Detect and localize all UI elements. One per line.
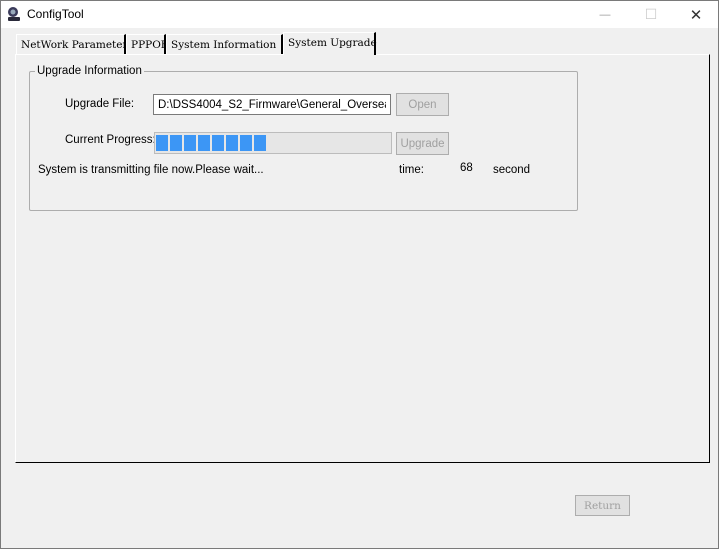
upgrade-button[interactable]: Upgrade [396,132,449,155]
group-title: Upgrade Information [35,65,144,77]
progress-segment [198,135,210,151]
close-icon: ✕ [689,6,703,24]
maximize-icon: ☐ [644,6,658,22]
tab-network-parameter[interactable]: NetWork Parameter [16,34,128,54]
tab-label: PPPOE [131,39,169,51]
config-tool-app-icon [8,7,20,21]
close-button[interactable]: ✕ [673,1,719,28]
time-label: time: [399,164,424,176]
open-button[interactable]: Open [396,93,449,116]
progress-segment [212,135,224,151]
title-bar: ConfigTool — ☐ ✕ [1,1,718,28]
tab-pppoe[interactable]: PPPOE [126,34,169,54]
upgrade-progress-bar [154,132,392,154]
time-unit: second [493,164,531,176]
tab-system-upgrade[interactable]: System Upgrade [283,32,377,55]
minimize-button[interactable]: — [582,1,628,28]
progress-segment [184,135,196,151]
progress-segment [254,135,266,151]
tab-label: System Upgrade [288,37,377,49]
time-value: 68 [460,162,473,174]
upgrade-file-input[interactable] [153,94,391,115]
window-title: ConfigTool [27,7,84,21]
progress-segment [170,135,182,151]
status-message: System is transmitting file now.Please w… [38,164,264,176]
upgrade-file-label: Upgrade File: [65,98,135,110]
maximize-button[interactable]: ☐ [628,1,674,28]
current-progress-label: Current Progress: [65,134,156,146]
config-tool-window: ConfigTool — ☐ ✕ NetWork Parameter PPPOE… [0,0,719,549]
return-button[interactable]: Return [575,495,630,516]
minimize-icon: — [599,8,611,21]
progress-segment [240,135,252,151]
tab-system-information[interactable]: System Information [166,34,283,54]
tab-label: NetWork Parameter [21,39,128,51]
tab-label: System Information [171,39,277,51]
progress-segment [156,135,168,151]
progress-segment [226,135,238,151]
